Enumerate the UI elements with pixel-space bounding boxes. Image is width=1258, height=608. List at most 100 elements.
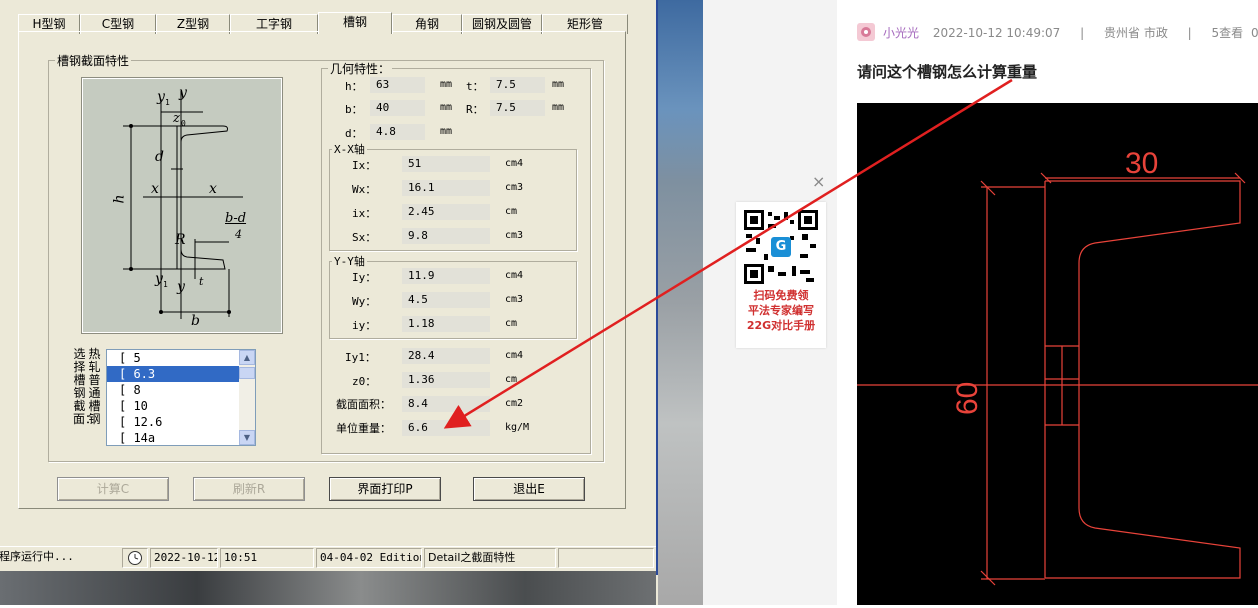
status-time: 10:51 [220, 548, 314, 568]
close-icon[interactable]: × [812, 174, 826, 190]
refresh-button[interactable]: 刷新R [193, 477, 305, 501]
desktop-background-strip [0, 571, 656, 605]
post-user[interactable]: 小光光 [883, 26, 919, 40]
post-title: 请问这个槽钢怎么计算重量 [857, 63, 1038, 81]
label-y1-top: y [157, 89, 165, 105]
ad-line-2: 平法专家编写 [748, 304, 814, 317]
unit-h: mm [440, 79, 453, 90]
xx-axis-title: X-X轴 [334, 143, 365, 156]
label-b-minus-d: b-d [225, 211, 247, 226]
value-Iy: 11.9 [402, 268, 490, 284]
list-item-selected[interactable]: [ 6.3 [107, 366, 240, 382]
unit-t: mm [552, 79, 565, 90]
label-R: R： [466, 103, 484, 116]
unit-iy: cm [505, 318, 518, 329]
list-item[interactable]: [ 10 [107, 398, 240, 414]
avatar[interactable] [857, 23, 875, 41]
label-t: t [199, 275, 204, 288]
scroll-down-icon[interactable]: ▼ [239, 430, 255, 445]
post-answers: 0回 [1251, 26, 1258, 40]
label-z0-sub: 0 [181, 119, 186, 128]
exit-button[interactable]: 退出E [473, 477, 585, 501]
label-x-left: x [151, 181, 159, 197]
unit-Sx: cm3 [505, 230, 524, 241]
status-running: 程序运行中... [0, 550, 74, 563]
cad-drawing-image[interactable]: 30 60 [857, 103, 1258, 605]
list-item[interactable]: [ 14a [107, 430, 240, 445]
unit-Wy: cm3 [505, 294, 524, 305]
label-Ix: Ix： [352, 159, 377, 172]
post-views: 5查看 [1211, 26, 1244, 40]
label-d: d： [345, 127, 363, 140]
label-Wy: Wy： [352, 295, 377, 308]
cad-dim-left: 60 [951, 382, 984, 415]
unit-d: mm [440, 126, 453, 137]
label-y-top: y [179, 85, 187, 101]
meta-separator: | [1080, 26, 1085, 40]
label-y1-sub: 1 [165, 98, 170, 107]
selector-label-type: 热轧普通槽钢 [88, 347, 101, 426]
value-Wy: 4.5 [402, 292, 490, 308]
status-edition: 04-04-02 Edition [316, 548, 422, 568]
group-title: 槽钢截面特性 [57, 54, 130, 68]
selector-label-choose: 选择槽钢截面： [73, 347, 98, 426]
label-t: t： [466, 80, 484, 93]
desktop-background-photo [658, 0, 703, 605]
value-Sx: 9.8 [402, 228, 490, 244]
label-R: R [175, 232, 186, 248]
value-section-area: 8.4 [402, 396, 490, 412]
brand-badge: G [775, 239, 787, 254]
value-Wx: 16.1 [402, 180, 490, 196]
unit-R: mm [552, 102, 565, 113]
ad-line-3: 22G对比手册 [746, 319, 816, 332]
yy-axis-title: Y-Y轴 [334, 255, 365, 268]
meta-separator: | [1187, 26, 1192, 40]
value-t: 7.5 [490, 77, 545, 93]
channel-drawing [123, 91, 243, 319]
qr-code-icon: G [744, 210, 818, 284]
steel-type-tabs: H型钢 C型钢 Z型钢 工字钢 槽钢 角钢 圆钢及圆管 矩形管 [18, 12, 628, 34]
clock-icon [122, 548, 148, 568]
status-bar: 程序运行中... 2022-10-12 10:51 04-04-02 Editi… [0, 546, 656, 568]
channel-section-diagram: y 1 y z 0 d h x x b-d 4 R t y 1 y b [81, 77, 283, 334]
status-date: 2022-10-12 [150, 548, 218, 568]
post-meta: 小光光 2022-10-12 10:49:07 | 贵州省 市政 | 5查看 0… [883, 24, 1258, 41]
section-size-listbox[interactable]: [ 5 [ 6.3 [ 8 [ 10 [ 12.6 [ 14a ▲ ▼ [106, 349, 256, 446]
label-y1-bottom: y [155, 271, 163, 287]
label-b: b： [345, 103, 363, 116]
section-properties-window: H型钢 C型钢 Z型钢 工字钢 槽钢 角钢 圆钢及圆管 矩形管 槽钢截面特性 y… [0, 0, 658, 605]
cad-channel-drawing: 30 60 [857, 147, 1258, 586]
list-item[interactable]: [ 12.6 [107, 414, 240, 430]
ad-line-1: 扫码免费领 [753, 289, 809, 302]
unit-Iy1: cm4 [505, 350, 524, 361]
list-item[interactable]: [ 8 [107, 382, 240, 398]
scroll-up-icon[interactable]: ▲ [239, 350, 255, 365]
post-datetime: 2022-10-12 10:49:07 [932, 26, 1061, 40]
unit-b: mm [440, 102, 453, 113]
unit-Wx: cm3 [505, 182, 524, 193]
status-detail: Detail之截面特性 [424, 548, 556, 568]
label-y-bottom: y [177, 279, 185, 295]
unit-unit-weight: kg/M [505, 422, 530, 433]
label-Iy1: Iy1： [345, 351, 376, 364]
label-Iy: Iy： [352, 271, 377, 284]
calculate-button[interactable]: 计算C [57, 477, 169, 501]
value-Ix: 51 [402, 156, 490, 172]
label-b: b [191, 313, 200, 329]
unit-z0: cm [505, 374, 518, 385]
list-item[interactable]: [ 5 [107, 350, 240, 366]
listbox-scrollbar[interactable]: ▲ ▼ [239, 350, 255, 445]
label-z0: z0： [352, 375, 377, 388]
scroll-thumb[interactable] [239, 367, 255, 379]
tab-channel-steel[interactable]: 槽钢 [318, 12, 392, 34]
value-h: 63 [370, 77, 425, 93]
label-y1-bottom-sub: 1 [163, 280, 168, 289]
geometry-title: 几何特性： [330, 62, 391, 76]
value-iy: 1.18 [402, 316, 490, 332]
label-z0: z [173, 111, 180, 126]
value-ix: 2.45 [402, 204, 490, 220]
value-Iy1: 28.4 [402, 348, 490, 364]
value-b: 40 [370, 100, 425, 116]
label-section-area: 截面面积： [336, 398, 391, 411]
print-button[interactable]: 界面打印P [329, 477, 441, 501]
